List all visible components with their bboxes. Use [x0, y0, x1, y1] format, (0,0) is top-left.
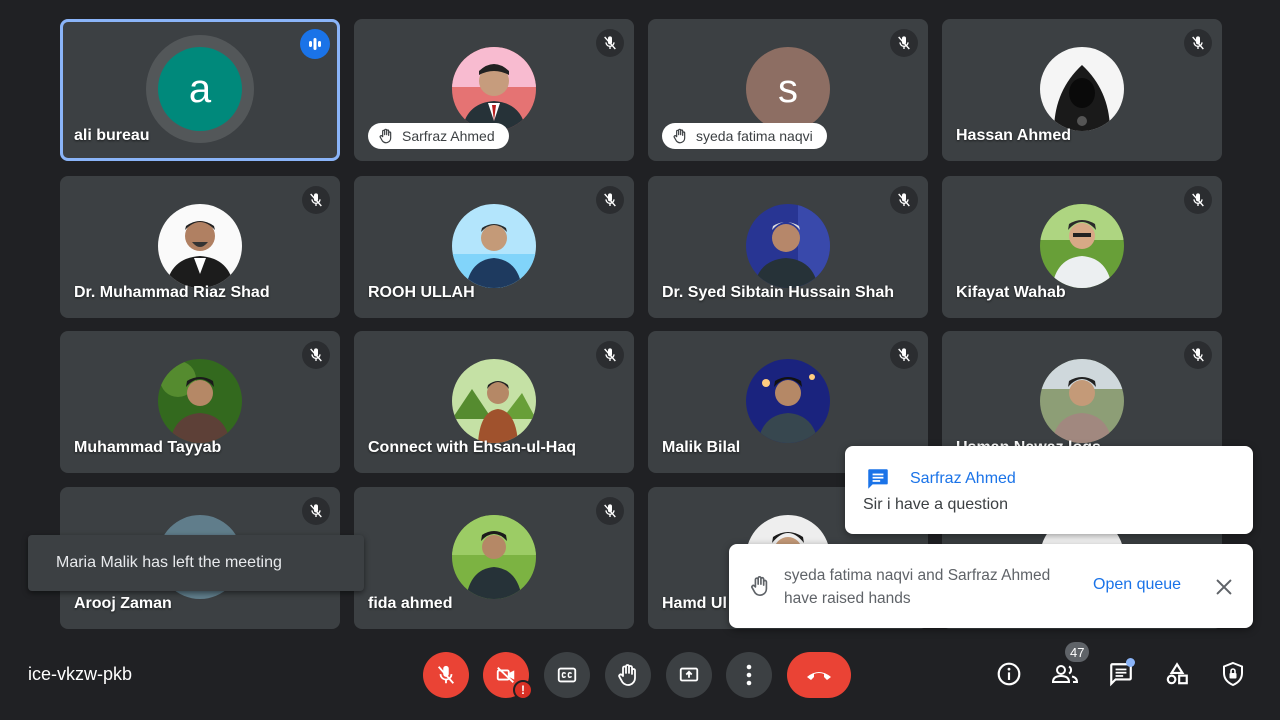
meeting-code: ice-vkzw-pkb [28, 664, 133, 684]
participant-tile[interactable]: Dr. Syed Sibtain Hussain Shah [648, 176, 928, 318]
info-icon [997, 662, 1021, 686]
mic-off-icon [302, 341, 330, 369]
more-vertical-icon [746, 664, 752, 686]
avatar: a [158, 47, 242, 131]
shield-lock-icon [1223, 661, 1243, 687]
hang-up-icon [807, 672, 831, 680]
avatar [1040, 359, 1124, 443]
mic-off-icon [1184, 29, 1212, 57]
camera-toggle-button[interactable]: ! [483, 652, 533, 700]
leave-call-button[interactable] [787, 652, 851, 698]
avatar [1040, 204, 1124, 288]
participant-name: Connect with Ehsan-ul-Haq [368, 439, 576, 456]
present-icon [679, 667, 699, 682]
mic-off-icon [596, 341, 624, 369]
alert-badge-icon: ! [513, 680, 533, 700]
raised-hands-text: syeda fatima naqvi and Sarfraz Ahmed hav… [784, 567, 1051, 607]
avatar [158, 359, 242, 443]
people-icon [1051, 665, 1079, 683]
avatar: s [746, 47, 830, 131]
participant-name: Muhammad Tayyab [74, 439, 222, 456]
participant-tile[interactable]: s syeda fatima naqvi [648, 19, 928, 161]
speaking-indicator-icon [300, 29, 330, 59]
hand-icon [379, 128, 392, 144]
activities-button[interactable] [1159, 656, 1195, 692]
mic-off-icon [596, 497, 624, 525]
participant-tile[interactable]: Sarfraz Ahmed [354, 19, 634, 161]
avatar [452, 359, 536, 443]
participant-name: Dr. Syed Sibtain Hussain Shah [662, 284, 895, 301]
participant-name: Hamd Ul [662, 595, 727, 612]
participant-name: Malik Bilal [662, 439, 741, 456]
chat-sender: Sarfraz Ahmed [910, 470, 1016, 487]
avatar [452, 515, 536, 599]
participant-tile[interactable]: Connect with Ehsan-ul-Haq [354, 331, 634, 473]
avatar-initial: s [778, 66, 798, 111]
avatar [452, 47, 536, 131]
present-screen-button[interactable] [666, 652, 712, 698]
avatar [746, 204, 830, 288]
unread-dot [1126, 658, 1135, 667]
raise-hand-button[interactable] [605, 652, 651, 698]
chat-message: Sir i have a question [863, 496, 1008, 513]
camera-off-icon [496, 666, 515, 684]
participant-tile[interactable]: Kifayat Wahab [942, 176, 1222, 318]
mic-off-icon [890, 341, 918, 369]
participant-tile[interactable]: fida ahmed [354, 487, 634, 629]
mic-off-icon [1184, 186, 1212, 214]
mic-off-icon [890, 29, 918, 57]
hand-icon [751, 576, 768, 596]
chat-icon [868, 469, 888, 489]
participant-name: Dr. Muhammad Riaz Shad [74, 284, 270, 301]
mic-off-icon [596, 186, 624, 214]
participant-count-badge: 47 [1065, 642, 1090, 662]
mic-off-icon [437, 665, 455, 684]
participant-name: Kifayat Wahab [956, 284, 1066, 301]
raised-hands-notification: syeda fatima naqvi and Sarfraz Ahmed hav… [729, 544, 1253, 628]
close-icon[interactable] [1213, 576, 1235, 598]
meet-stage: a ali bureau Sarfraz Ahmed s syeda fatim… [0, 0, 1280, 720]
chat-notification[interactable]: Sarfraz Ahmed Sir i have a question [845, 446, 1253, 534]
toast-text: Maria Malik has left the meeting [56, 554, 282, 571]
participant-tile[interactable]: ROOH ULLAH [354, 176, 634, 318]
left-meeting-toast: Maria Malik has left the meeting [28, 535, 364, 591]
participant-name: Arooj Zaman [74, 595, 172, 612]
mic-toggle-button[interactable] [423, 652, 469, 698]
raised-hand-chip: syeda fatima naqvi [662, 123, 827, 149]
participant-name: syeda fatima naqvi [696, 128, 813, 144]
participant-tile[interactable]: a ali bureau [60, 19, 340, 161]
host-controls-button[interactable] [1215, 656, 1251, 692]
participant-name: Hassan Ahmed [956, 127, 1071, 144]
mic-off-icon [890, 186, 918, 214]
hand-icon [618, 664, 636, 686]
hand-icon [673, 128, 686, 144]
participant-name: ROOH ULLAH [368, 284, 475, 301]
captions-icon [557, 667, 577, 683]
avatar [746, 359, 830, 443]
mic-off-icon [302, 186, 330, 214]
avatar [158, 204, 242, 288]
mic-off-icon [302, 497, 330, 525]
meeting-details-button[interactable] [991, 656, 1027, 692]
participant-tile[interactable]: Dr. Muhammad Riaz Shad [60, 176, 340, 318]
more-options-button[interactable] [726, 652, 772, 698]
captions-button[interactable] [544, 652, 590, 698]
mic-off-icon [1184, 341, 1212, 369]
participant-name: fida ahmed [368, 595, 453, 612]
participant-name: ali bureau [74, 127, 150, 144]
raised-hand-chip: Sarfraz Ahmed [368, 123, 509, 149]
avatar [452, 204, 536, 288]
open-queue-button[interactable]: Open queue [1093, 576, 1181, 594]
participant-tile[interactable]: Hassan Ahmed [942, 19, 1222, 161]
avatar [1040, 47, 1124, 131]
shapes-icon [1166, 662, 1188, 685]
mic-off-icon [596, 29, 624, 57]
participant-tile[interactable]: Muhammad Tayyab [60, 331, 340, 473]
participant-name: Sarfraz Ahmed [402, 128, 495, 144]
avatar-initial: a [188, 66, 212, 111]
